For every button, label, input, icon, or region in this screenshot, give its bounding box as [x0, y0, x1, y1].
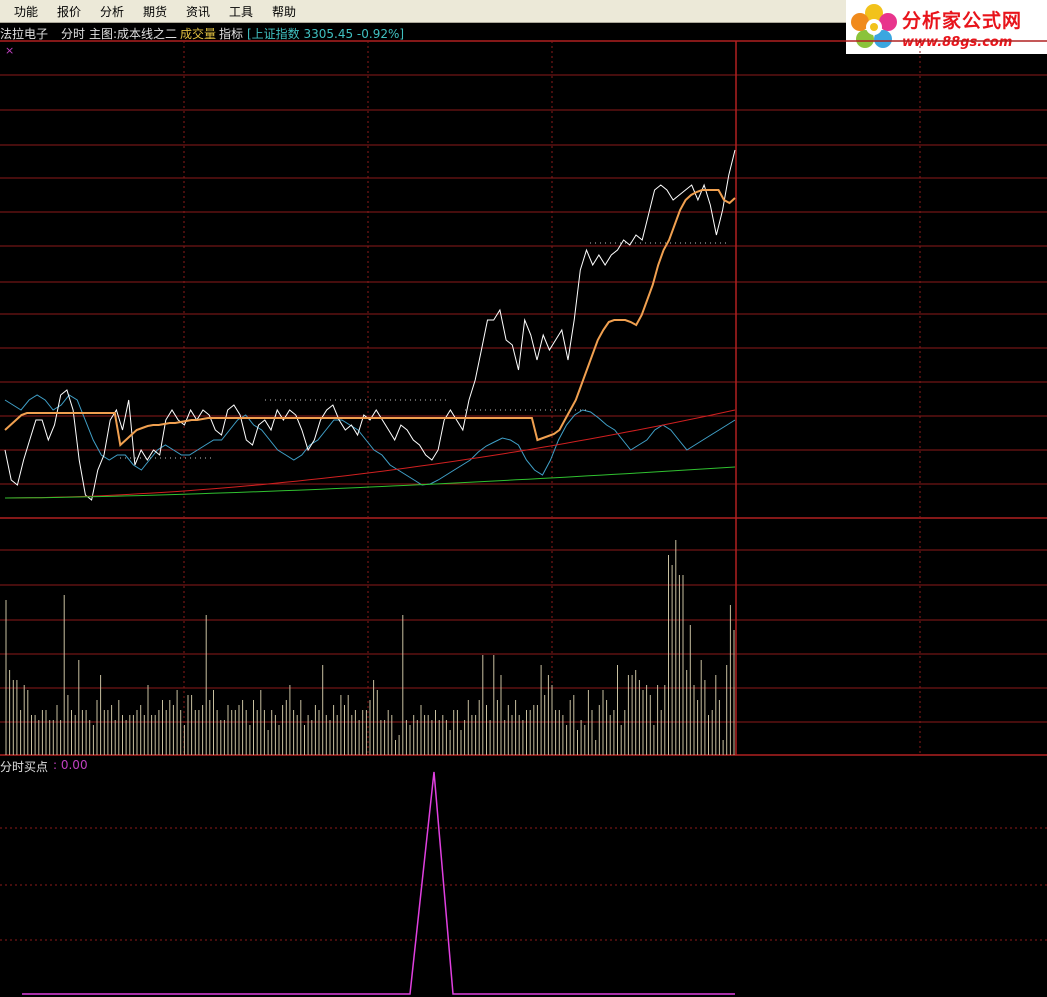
close-mark[interactable]: ×	[5, 44, 14, 57]
green-cost-line	[4, 466, 736, 499]
avg-line	[4, 189, 736, 447]
cyan-line	[4, 394, 736, 486]
sub-panel-value: : 0.00	[53, 758, 88, 772]
red-cost-line	[4, 409, 736, 499]
sub-panel-label: 分时买点	[0, 760, 49, 774]
price-line	[4, 149, 736, 501]
buy-signal-line	[22, 771, 735, 995]
intraday-chart	[0, 40, 1047, 995]
